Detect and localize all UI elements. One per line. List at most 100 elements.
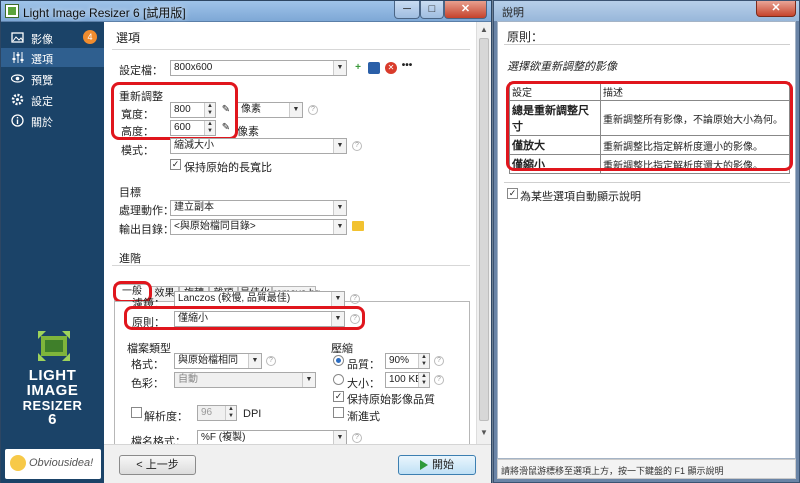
chevron-down-icon: ▼ [333,61,346,75]
bottom-bar: < 上一步 開始 [104,444,491,483]
keep-quality-checkbox[interactable]: ✓ [333,391,344,402]
unit-value: 像素 [241,104,261,115]
chevron-down-icon: ▼ [289,103,302,117]
progressive-label: 漸進式 [347,411,380,423]
folder-icon[interactable] [352,221,364,231]
action-select[interactable]: 建立副本 ▼ [170,200,347,216]
delete-icon[interactable]: ✕ [385,62,397,74]
quality-input[interactable]: 90% ▲ ▼ [385,353,430,369]
help-subheading: 選擇欲重新調整的影像 [507,61,617,73]
sidebar: 影像 4 選項 預覽 設定 關於 LIGHT IMAGE RESIZER 6 O… [1,22,104,483]
back-button[interactable]: < 上一步 [119,455,196,475]
app-icon [5,4,19,18]
publisher-name: Obviousidea! [29,457,94,469]
chevron-down-icon: ▼ [333,220,346,234]
sidebar-item-label: 影像 [31,34,53,46]
output-label: 輸出目錄： [119,224,174,236]
brand-logo [38,331,70,361]
help-icon[interactable]: ? [352,141,362,151]
filter-select[interactable]: Lanczos (較慢, 品質最佳) ▼ [174,291,345,307]
filename-value: %F (複製) [201,432,246,443]
help-icon[interactable]: ? [350,294,360,304]
sidebar-item-settings[interactable]: 設定 [1,90,104,109]
main-window: Light Image Resizer 6 [試用版] ─ □ ✕ 影像 4 選… [0,0,492,483]
filetype-section-title: 檔案類型 [127,343,171,355]
auto-help-label: 為某些選項自動顯示說明 [520,191,641,203]
profile-select[interactable]: 800x600 ▼ [170,60,347,76]
help-title-bar: 說明 ✕ [494,1,799,21]
new-profile-icon[interactable]: + [352,62,364,74]
color-select[interactable]: 自動 ▼ [174,372,316,388]
keep-ratio-checkbox[interactable]: ✓ [170,159,181,170]
resolution-label: 解析度： [144,411,188,423]
size-input[interactable]: 100 KB ▲ ▼ [385,372,430,388]
start-label: 開始 [432,459,454,471]
spinner-icon[interactable]: ▲ ▼ [225,406,236,420]
scroll-thumb[interactable] [479,38,489,421]
profile-value: 800x600 [174,62,213,73]
publisher-logo[interactable]: Obviousidea! [5,449,101,479]
auto-help-checkbox[interactable]: ✓ [507,188,518,199]
main-title-bar: Light Image Resizer 6 [試用版] ─ □ ✕ [1,1,491,22]
sidebar-item-options[interactable]: 選項 [1,48,104,67]
compress-section-title: 壓縮 [331,343,353,355]
help-icon[interactable]: ? [434,375,444,385]
chevron-down-icon: ▼ [333,431,346,445]
save-icon[interactable] [368,62,380,74]
mode-select[interactable]: 縮減大小 ▼ [170,138,347,154]
keep-quality-label: 保持原始影像品質 [347,394,435,406]
color-label: 色彩： [131,378,164,390]
scroll-up-icon[interactable]: ▲ [480,25,488,34]
format-label: 格式： [131,359,164,371]
chevron-down-icon: ▼ [248,354,261,368]
divider [504,44,790,45]
sidebar-item-label: 選項 [31,54,53,66]
more-icon[interactable]: ••• [401,60,413,72]
chevron-down-icon: ▼ [333,139,346,153]
highlight-help-table [506,81,793,171]
spinner-icon[interactable]: ▲ ▼ [418,373,429,387]
play-icon [420,460,428,471]
spinner-icon[interactable]: ▲ ▼ [418,354,429,368]
sidebar-item-label: 關於 [31,117,53,129]
format-value: 與原始檔相同 [178,355,238,366]
help-icon[interactable]: ? [266,356,276,366]
output-select[interactable]: <與原始檔同目錄> ▼ [170,219,347,235]
options-icon [11,51,24,64]
resolution-input[interactable]: 96 ▲ ▼ [197,405,237,421]
vertical-scrollbar[interactable]: ▲ ▼ [476,22,491,444]
help-close-button[interactable]: ✕ [756,1,796,17]
close-button[interactable]: ✕ [444,1,487,19]
sidebar-item-images[interactable]: 影像 4 [1,28,104,47]
image-count-badge: 4 [83,30,97,44]
advanced-section-title: 進階 [119,253,141,265]
preview-icon [10,72,25,85]
resolution-checkbox[interactable] [131,407,142,418]
minimize-button[interactable]: ─ [394,1,420,19]
height-unit-label: 像素 [237,126,259,138]
chevron-down-icon: ▼ [302,373,315,387]
scroll-down-icon[interactable]: ▼ [480,428,488,437]
quality-radio[interactable] [333,355,344,366]
help-icon[interactable]: ? [352,433,362,443]
sidebar-item-label: 設定 [31,96,53,108]
size-radio[interactable] [333,374,344,385]
about-icon [11,114,24,127]
format-select[interactable]: 與原始檔相同 ▼ [174,353,262,369]
brand-line-2: IMAGE [26,382,79,399]
help-icon[interactable]: ? [308,105,318,115]
divider [112,265,470,266]
progressive-checkbox[interactable] [333,407,344,418]
help-icon[interactable]: ? [434,356,444,366]
sidebar-item-preview[interactable]: 預覽 [1,69,104,88]
chevron-down-icon: ▼ [331,292,344,306]
page-title: 選項 [116,31,141,45]
sidebar-item-about[interactable]: 關於 [1,111,104,130]
highlight-resize [111,82,238,140]
chevron-down-icon: ▼ [333,201,346,215]
sidebar-item-label: 預覽 [31,75,53,87]
maximize-button[interactable]: □ [420,1,444,19]
unit-select[interactable]: 像素 ▼ [237,102,303,118]
start-button[interactable]: 開始 [398,455,476,475]
resolution-unit: DPI [243,408,262,420]
